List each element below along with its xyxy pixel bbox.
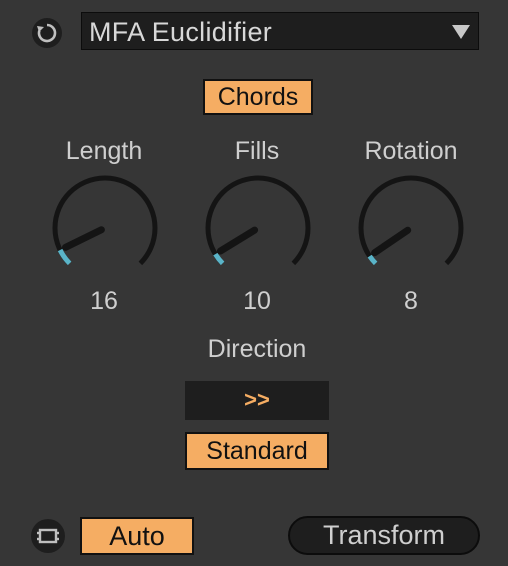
knob-track [52,175,158,266]
rotation-value: 8 [404,287,418,315]
knob-value-arc [367,254,378,266]
loop-icon [37,528,59,544]
fills-value: 10 [243,287,271,315]
transform-button[interactable]: Transform [288,516,480,555]
length-label: Length [65,137,143,165]
direction-selector[interactable]: >> [185,381,329,420]
direction-label: Direction [207,335,307,363]
chords-button[interactable]: Chords [203,79,313,115]
knob-pointer [61,226,105,251]
fills-label: Fills [234,137,280,165]
length-knob[interactable] [45,168,165,288]
auto-button[interactable]: Auto [80,517,194,555]
preset-name: MFA Euclidifier [89,17,273,47]
refresh-icon [37,23,57,43]
knob-value-arc [213,252,225,266]
knob-pointer [216,226,259,255]
fills-knob[interactable] [198,168,318,288]
standard-button[interactable]: Standard [185,432,329,470]
length-value: 16 [90,287,118,315]
knob-value-arc [57,248,72,266]
rotation-knob[interactable] [351,168,471,288]
knob-pointer [371,226,412,257]
refresh-button[interactable] [32,18,62,48]
rotation-label: Rotation [364,137,458,165]
loop-toggle[interactable] [31,519,65,553]
preset-dropdown[interactable]: MFA Euclidifier [81,12,479,50]
triangle-down-icon [452,25,470,39]
